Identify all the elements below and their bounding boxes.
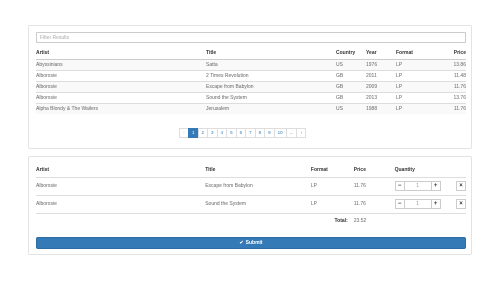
cart-cell-title: Sound the System xyxy=(205,194,311,213)
filter-results-input[interactable] xyxy=(36,32,466,43)
cell-year: 1976 xyxy=(366,58,396,70)
cell-artist: Alborosie xyxy=(36,69,206,81)
column-header-price[interactable]: Price xyxy=(434,48,466,60)
results-header-row: Artist Title Country Year Format Price xyxy=(36,48,466,60)
column-header-title[interactable]: Title xyxy=(206,48,336,60)
cart-header-title: Title xyxy=(205,163,311,178)
submit-label: Submit xyxy=(245,240,263,246)
results-table: Artist Title Country Year Format Price A… xyxy=(36,48,466,114)
pagination: ‹ 1 2 3 4 5 6 7 8 9 10 ... › xyxy=(179,128,307,138)
remove-item-button[interactable]: × xyxy=(455,199,466,209)
cell-country: GB xyxy=(336,91,366,103)
cell-title: Sound the System xyxy=(206,91,336,103)
cart-cell-artist: Alborosie xyxy=(36,176,206,195)
cart-header-quantity: Quantity xyxy=(394,163,466,178)
quantity-value[interactable]: 1 xyxy=(404,181,431,191)
cell-artist: Alborosie xyxy=(36,80,206,92)
cart-header-row: Artist Title Format Price Quantity xyxy=(36,163,466,178)
cart-table: Artist Title Format Price Quantity Albor… xyxy=(36,163,466,228)
cart-header-price: Price xyxy=(353,163,395,178)
table-row[interactable]: Alpha Blondy & The Wailers Jerusalem US … xyxy=(36,102,466,114)
cell-price: 13.86 xyxy=(434,58,466,70)
column-header-country[interactable]: Country xyxy=(336,48,366,60)
cell-price: 11.76 xyxy=(434,80,466,92)
cell-artist: Abyssinians xyxy=(36,58,206,70)
quantity-stepper: − 1 + xyxy=(394,199,441,209)
cart-row: Alborosie Sound the System LP 11.76 − 1 … xyxy=(36,194,466,213)
cell-format: LP xyxy=(396,102,434,114)
total-label: Total: xyxy=(36,212,354,228)
results-panel: Artist Title Country Year Format Price A… xyxy=(28,25,472,149)
cell-country: US xyxy=(336,102,366,114)
cart-cell-quantity: − 1 + × xyxy=(394,194,466,213)
cart-cell-price: 11.76 xyxy=(353,194,395,213)
cell-artist: Alborosie xyxy=(36,91,206,103)
cart-panel: Artist Title Format Price Quantity Albor… xyxy=(28,156,472,255)
cart-cell-price: 11.76 xyxy=(353,176,395,195)
remove-item-button[interactable]: × xyxy=(455,181,466,191)
cart-header-format: Format xyxy=(310,163,354,178)
increment-button[interactable]: + xyxy=(430,199,441,209)
quantity-stepper: − 1 + xyxy=(394,181,441,191)
increment-button[interactable]: + xyxy=(430,181,441,191)
cart-cell-artist: Alborosie xyxy=(36,194,206,213)
cell-format: LP xyxy=(396,69,434,81)
table-row[interactable]: Alborosie 2 Times Revolution GB 2011 LP … xyxy=(36,69,466,81)
cell-title: Jerusalem xyxy=(206,102,336,114)
cell-format: LP xyxy=(396,91,434,103)
cell-year: 2009 xyxy=(366,80,396,92)
total-value: 23.52 xyxy=(353,212,395,228)
cell-format: LP xyxy=(396,80,434,92)
cart-row: Alborosie Escape from Babylon LP 11.76 −… xyxy=(36,176,466,195)
column-header-artist[interactable]: Artist xyxy=(36,48,206,60)
cart-cell-quantity: − 1 + × xyxy=(394,176,466,195)
cell-title: Escape from Babylon xyxy=(206,80,336,92)
check-icon: ✔ xyxy=(239,240,244,246)
cell-year: 2013 xyxy=(366,91,396,103)
cell-title: 2 Times Revolution xyxy=(206,69,336,81)
cell-country: GB xyxy=(336,80,366,92)
cell-artist: Alpha Blondy & The Wailers xyxy=(36,102,206,114)
cell-format: LP xyxy=(396,58,434,70)
cell-country: US xyxy=(336,58,366,70)
quantity-value[interactable]: 1 xyxy=(404,199,431,209)
column-header-format[interactable]: Format xyxy=(396,48,434,60)
column-header-year[interactable]: Year xyxy=(366,48,396,60)
cart-cell-format: LP xyxy=(310,176,354,195)
submit-button[interactable]: ✔ Submit xyxy=(36,237,466,249)
cell-price: 11.48 xyxy=(434,69,466,81)
cell-price: 13.76 xyxy=(434,91,466,103)
decrement-button[interactable]: − xyxy=(394,181,405,191)
cart-cell-title: Escape from Babylon xyxy=(205,176,311,195)
cell-country: GB xyxy=(336,69,366,81)
cart-cell-format: LP xyxy=(310,194,354,213)
cell-price: 11.76 xyxy=(434,102,466,114)
table-row[interactable]: Alborosie Sound the System GB 2013 LP 13… xyxy=(36,91,466,103)
cell-title: Satta xyxy=(206,58,336,70)
decrement-button[interactable]: − xyxy=(394,199,405,209)
cell-year: 2011 xyxy=(366,69,396,81)
cell-year: 1988 xyxy=(366,102,396,114)
table-row[interactable]: Abyssinians Satta US 1976 LP 13.86 xyxy=(36,58,466,70)
table-row[interactable]: Alborosie Escape from Babylon GB 2009 LP… xyxy=(36,80,466,92)
cart-header-artist: Artist xyxy=(36,163,206,178)
cart-total-row: Total: 23.52 xyxy=(36,212,466,228)
pagination-next-button[interactable]: › xyxy=(296,128,307,138)
